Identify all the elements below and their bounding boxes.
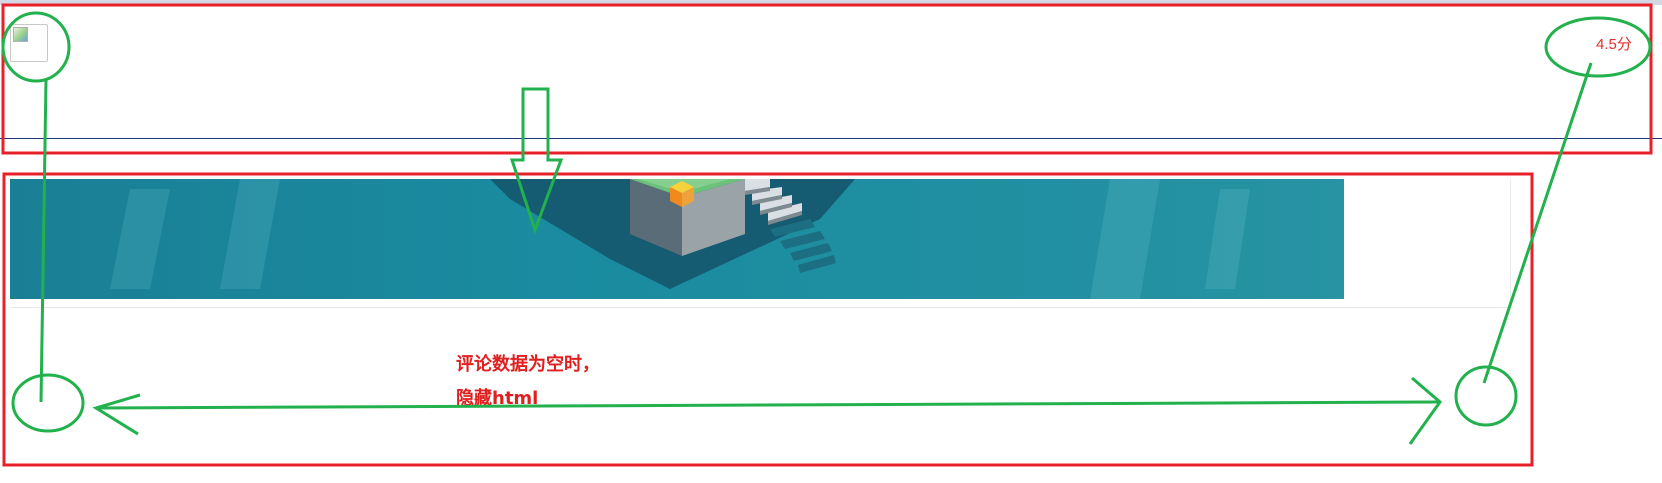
header-divider [0, 138, 1662, 139]
banner-image[interactable] [10, 179, 1344, 299]
right-arrowhead [1408, 376, 1443, 445]
image-placeholder-icon [13, 27, 28, 42]
page: 4.5分 评论数据为空时， 隐藏html [0, 0, 1662, 483]
left-arrowhead [92, 393, 141, 436]
rating-score: 4.5分 [1596, 36, 1632, 53]
broken-image-icon [10, 24, 48, 62]
banner-card [10, 179, 1511, 308]
width-span-arrow [95, 400, 1439, 410]
header-highlight-box [1, 3, 1653, 155]
empty-comments-note-line1: 评论数据为空时， [456, 354, 600, 375]
isometric-tower-illustration [110, 179, 1250, 299]
empty-comments-note-line2: 隐藏html [456, 388, 539, 409]
right-marker-circle [1454, 365, 1518, 427]
window-top-strip [0, 0, 1662, 5]
left-marker-circle [11, 373, 85, 433]
